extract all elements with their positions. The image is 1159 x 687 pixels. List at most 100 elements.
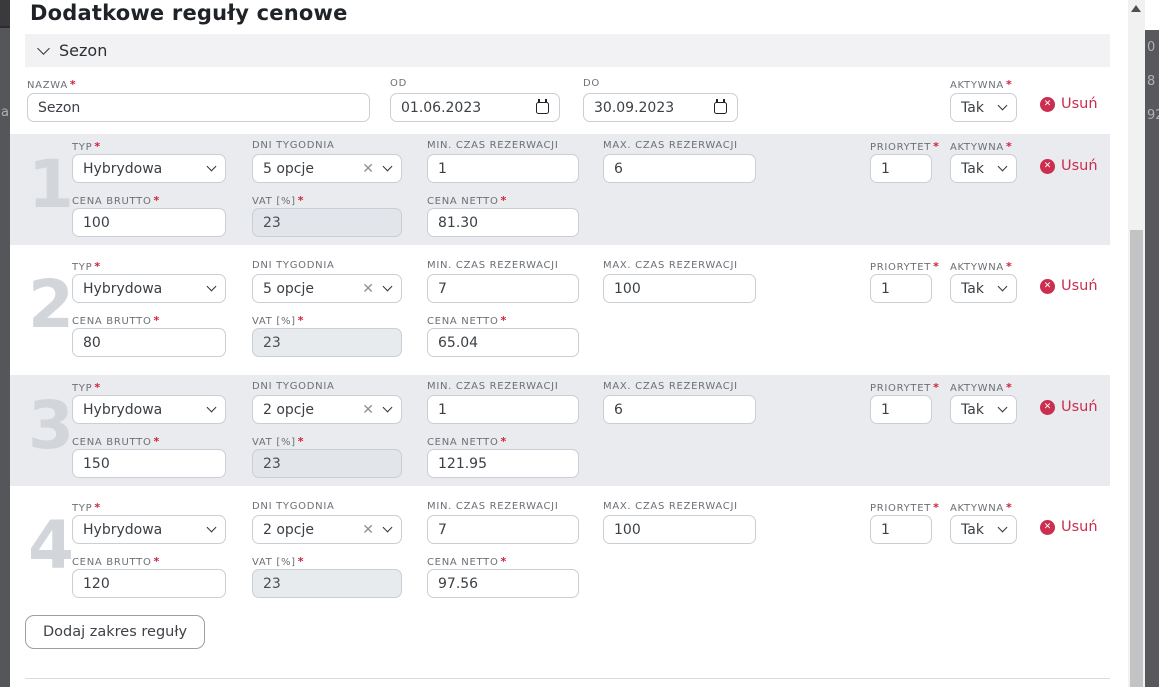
clear-x-icon[interactable]: ✕ — [362, 281, 374, 297]
cena-brutto-input[interactable] — [72, 449, 226, 478]
clear-x-icon[interactable]: ✕ — [362, 402, 374, 418]
required-asterisk: * — [94, 501, 100, 514]
remove-rule-button[interactable]: ✕Usuń — [1040, 158, 1098, 174]
typ-label: TYP* — [72, 140, 226, 153]
required-asterisk: * — [1006, 260, 1012, 273]
background-left-header-block — [0, 0, 10, 28]
typ-select[interactable]: Hybrydowa — [72, 395, 226, 424]
required-asterisk: * — [94, 260, 100, 273]
max-czas-input[interactable] — [603, 515, 756, 544]
remove-circle-x-icon: ✕ — [1040, 159, 1055, 174]
remove-circle-x-icon: ✕ — [1040, 520, 1055, 535]
vat-label: VAT [%]* — [252, 435, 402, 448]
cena-brutto-label: CENA BRUTTO* — [72, 314, 226, 327]
cena-netto-input[interactable] — [427, 449, 579, 478]
aktywna-select[interactable]: Tak — [950, 515, 1017, 544]
min-czas-label: MIN. CZAS REZERWACJI — [427, 381, 579, 392]
typ-select[interactable]: Hybrydowa — [72, 515, 226, 544]
required-asterisk: * — [70, 78, 76, 91]
typ-label: TYP* — [72, 260, 226, 273]
typ-label: TYP* — [72, 381, 226, 394]
priorytet-input[interactable] — [870, 515, 932, 544]
aktywna-label: AKTYWNA* — [950, 501, 1017, 514]
remove-circle-x-icon: ✕ — [1040, 400, 1055, 415]
min-czas-label: MIN. CZAS REZERWACJI — [427, 501, 579, 512]
clear-x-icon[interactable]: ✕ — [362, 161, 374, 177]
cena-netto-input[interactable] — [427, 569, 579, 598]
dni-tygodnia-multiselect[interactable]: 5 opcje✕ — [252, 274, 402, 303]
priorytet-input[interactable] — [870, 274, 932, 303]
max-czas-label: MAX. CZAS REZERWACJI — [603, 140, 756, 151]
rule-row-number: 3 — [28, 388, 74, 464]
cena-netto-input[interactable] — [427, 328, 579, 357]
aktywna-select[interactable]: Tak — [950, 274, 1017, 303]
remove-rule-button[interactable]: ✕Usuń — [1040, 278, 1098, 294]
do-date-value: 30.09.2023 — [594, 100, 714, 116]
required-asterisk: * — [298, 314, 304, 327]
required-asterisk: * — [298, 555, 304, 568]
chevron-down-icon — [998, 101, 1008, 111]
min-czas-input[interactable] — [427, 395, 579, 424]
calendar-icon[interactable] — [714, 102, 727, 114]
aktywna-label: AKTYWNA* — [950, 140, 1017, 153]
chevron-down-icon — [207, 403, 217, 413]
background-left-text-fragment: a — [1, 105, 9, 120]
aktywna-label: AKTYWNA* — [950, 381, 1017, 394]
cena-brutto-input[interactable] — [72, 569, 226, 598]
rule-row-number: 2 — [28, 267, 74, 343]
scrollbar-up-arrow-icon[interactable] — [1131, 5, 1141, 12]
max-czas-input[interactable] — [603, 395, 756, 424]
clear-x-icon[interactable]: ✕ — [362, 522, 374, 538]
max-czas-label: MAX. CZAS REZERWACJI — [603, 260, 756, 271]
typ-select[interactable]: Hybrydowa — [72, 154, 226, 183]
aktywna-select[interactable]: Tak — [950, 395, 1017, 424]
typ-select[interactable]: Hybrydowa — [72, 274, 226, 303]
required-asterisk: * — [933, 501, 939, 514]
chevron-down-icon — [383, 282, 393, 292]
dni-tygodnia-multiselect[interactable]: 5 opcje✕ — [252, 154, 402, 183]
nazwa-input[interactable] — [27, 93, 370, 122]
priorytet-input[interactable] — [870, 154, 932, 183]
aktywna-select[interactable]: Tak — [950, 154, 1017, 183]
chevron-down-icon — [383, 403, 393, 413]
do-date-input[interactable]: 30.09.2023 — [583, 93, 738, 122]
add-rule-range-button[interactable]: Dodaj zakres reguły — [25, 615, 205, 649]
remove-season-button[interactable]: ✕ Usuń — [1040, 96, 1098, 112]
priorytet-input[interactable] — [870, 395, 932, 424]
remove-circle-x-icon: ✕ — [1040, 279, 1055, 294]
cena-brutto-input[interactable] — [72, 328, 226, 357]
required-asterisk: * — [501, 194, 507, 207]
required-asterisk: * — [933, 140, 939, 153]
cena-netto-input[interactable] — [427, 208, 579, 237]
remove-circle-x-icon: ✕ — [1040, 97, 1055, 112]
pricing-rules-modal: Dodatkowe reguły cenowe Sezon NAZWA* OD … — [10, 0, 1128, 687]
max-czas-label: MAX. CZAS REZERWACJI — [603, 381, 756, 392]
priorytet-label: PRIORYTET* — [870, 140, 932, 153]
od-date-input[interactable]: 01.06.2023 — [390, 93, 560, 122]
chevron-down-icon — [383, 162, 393, 172]
max-czas-input[interactable] — [603, 274, 756, 303]
vat-input — [252, 328, 402, 357]
required-asterisk: * — [94, 140, 100, 153]
dni-tygodnia-multiselect[interactable]: 2 opcje✕ — [252, 395, 402, 424]
cena-brutto-label: CENA BRUTTO* — [72, 555, 226, 568]
min-czas-input[interactable] — [427, 515, 579, 544]
min-czas-input[interactable] — [427, 274, 579, 303]
season-accordion-header[interactable]: Sezon — [25, 34, 1110, 67]
max-czas-input[interactable] — [603, 154, 756, 183]
aktywna-select[interactable]: Tak — [950, 93, 1017, 122]
remove-rule-button[interactable]: ✕Usuń — [1040, 399, 1098, 415]
chevron-down-icon — [207, 282, 217, 292]
od-label: OD — [390, 78, 407, 89]
min-czas-label: MIN. CZAS REZERWACJI — [427, 260, 579, 271]
scrollbar-thumb[interactable] — [1130, 230, 1143, 687]
remove-rule-button[interactable]: ✕Usuń — [1040, 519, 1098, 535]
calendar-icon[interactable] — [536, 102, 549, 114]
cena-brutto-label: CENA BRUTTO* — [72, 194, 226, 207]
cena-brutto-input[interactable] — [72, 208, 226, 237]
scrollbar[interactable] — [1128, 0, 1145, 687]
min-czas-input[interactable] — [427, 154, 579, 183]
required-asterisk: * — [933, 260, 939, 273]
dni-tygodnia-multiselect[interactable]: 2 opcje✕ — [252, 515, 402, 544]
typ-label: TYP* — [72, 501, 226, 514]
